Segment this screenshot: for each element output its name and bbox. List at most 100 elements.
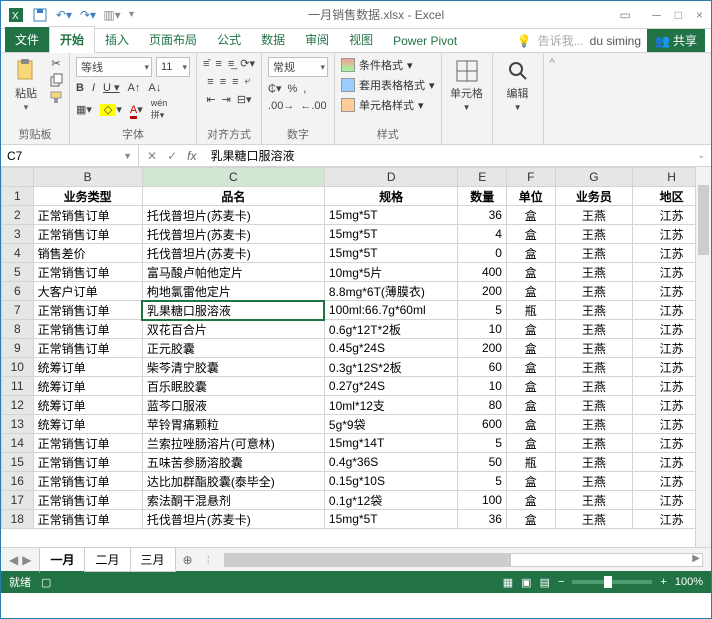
sheet-nav-next-icon[interactable]: ▶: [22, 553, 31, 567]
comma-icon[interactable]: ,: [303, 83, 306, 95]
column-header[interactable]: [2, 168, 34, 187]
cell[interactable]: 正常销售订单: [33, 225, 142, 244]
vertical-scrollbar[interactable]: [695, 167, 711, 547]
column-header[interactable]: D: [324, 168, 458, 187]
border-button[interactable]: ▦▾: [76, 103, 92, 116]
column-header[interactable]: E: [458, 168, 507, 187]
undo-icon[interactable]: ↶▾: [57, 8, 71, 22]
header-cell[interactable]: 数量: [458, 187, 507, 206]
cell[interactable]: 400: [458, 263, 507, 282]
cell[interactable]: 兰索拉唑肠溶片(可意林): [142, 434, 324, 453]
align-left-icon[interactable]: ≡: [207, 76, 213, 88]
font-size-combo[interactable]: 11: [156, 57, 190, 77]
cell[interactable]: 盒: [506, 472, 555, 491]
cell[interactable]: 索法酮干混悬剂: [142, 491, 324, 510]
cell[interactable]: 王燕: [555, 434, 633, 453]
tell-me-icon[interactable]: 💡: [517, 34, 532, 48]
row-header[interactable]: 13: [2, 415, 34, 434]
row-header[interactable]: 6: [2, 282, 34, 301]
cell[interactable]: 百乐眠胶囊: [142, 377, 324, 396]
orientation-icon[interactable]: ⟳▾: [240, 57, 255, 70]
cell[interactable]: 王燕: [555, 244, 633, 263]
cell[interactable]: 统筹订单: [33, 396, 142, 415]
cell[interactable]: 王燕: [555, 377, 633, 396]
cell[interactable]: 双花百合片: [142, 320, 324, 339]
copy-icon[interactable]: [49, 73, 63, 87]
cell[interactable]: 60: [458, 358, 507, 377]
cell[interactable]: 0.4g*36S: [324, 453, 458, 472]
header-cell[interactable]: 品名: [142, 187, 324, 206]
row-header[interactable]: 11: [2, 377, 34, 396]
cell[interactable]: 盒: [506, 377, 555, 396]
align-center-icon[interactable]: ≡: [220, 76, 226, 88]
percent-icon[interactable]: %: [287, 83, 297, 95]
user-name[interactable]: du siming: [590, 34, 641, 48]
currency-icon[interactable]: ₵▾: [268, 82, 281, 95]
cell[interactable]: 王燕: [555, 510, 633, 529]
format-painter-icon[interactable]: [49, 90, 63, 104]
cell[interactable]: 盒: [506, 396, 555, 415]
close-icon[interactable]: ×: [696, 8, 703, 22]
save-icon[interactable]: [33, 8, 47, 22]
cell[interactable]: 盒: [506, 320, 555, 339]
cell[interactable]: 托伐普坦片(苏麦卡): [142, 510, 324, 529]
cell[interactable]: 600: [458, 415, 507, 434]
tab-home[interactable]: 开始: [49, 26, 95, 53]
cell[interactable]: 托伐普坦片(苏麦卡): [142, 206, 324, 225]
dec-decimal-icon[interactable]: ←.00: [300, 100, 326, 112]
phonetic-button[interactable]: wén拼▾: [151, 98, 168, 121]
fx-icon[interactable]: fx: [187, 149, 196, 163]
cell[interactable]: 8.8mg*6T(薄膜衣): [324, 282, 458, 301]
cell[interactable]: 15mg*5T: [324, 510, 458, 529]
cell[interactable]: 0.1g*12袋: [324, 491, 458, 510]
row-header[interactable]: 18: [2, 510, 34, 529]
enter-formula-icon[interactable]: ✓: [167, 149, 177, 163]
cell[interactable]: 正常销售订单: [33, 206, 142, 225]
row-header[interactable]: 17: [2, 491, 34, 510]
cell[interactable]: 5g*9袋: [324, 415, 458, 434]
cell[interactable]: 正常销售订单: [33, 510, 142, 529]
cell[interactable]: 王燕: [555, 396, 633, 415]
cell[interactable]: 大客户订单: [33, 282, 142, 301]
cell[interactable]: 正常销售订单: [33, 339, 142, 358]
cell[interactable]: 15mg*14T: [324, 434, 458, 453]
cell[interactable]: 15mg*5T: [324, 244, 458, 263]
cell[interactable]: 0.6g*12T*2板: [324, 320, 458, 339]
conditional-format-button[interactable]: 条件格式▾: [341, 57, 413, 73]
align-bottom-icon[interactable]: ≡̲: [228, 58, 234, 70]
tell-me-text[interactable]: 告诉我...: [538, 32, 584, 49]
cell[interactable]: 王燕: [555, 472, 633, 491]
cell[interactable]: 盒: [506, 415, 555, 434]
column-header[interactable]: B: [33, 168, 142, 187]
sheet-tab-2[interactable]: 二月: [84, 547, 130, 572]
inc-decimal-icon[interactable]: .00→: [268, 100, 294, 112]
zoom-in-icon[interactable]: +: [660, 576, 666, 588]
font-color-button[interactable]: A▾: [130, 103, 143, 116]
cell[interactable]: 乳果糖口服溶液: [142, 301, 324, 320]
grow-font-icon[interactable]: A↑: [128, 82, 141, 94]
wrap-text-icon[interactable]: ⤶: [245, 75, 251, 88]
cell[interactable]: 100: [458, 491, 507, 510]
tab-powerpivot[interactable]: Power Pivot: [383, 30, 467, 52]
cell[interactable]: 蓝芩口服液: [142, 396, 324, 415]
cell[interactable]: 10ml*12支: [324, 396, 458, 415]
cell[interactable]: 王燕: [555, 453, 633, 472]
cell[interactable]: 王燕: [555, 358, 633, 377]
cell[interactable]: 销售差价: [33, 244, 142, 263]
tab-file[interactable]: 文件: [5, 27, 49, 52]
cell[interactable]: 100ml:66.7g*60ml: [324, 301, 458, 320]
column-header[interactable]: G: [555, 168, 633, 187]
tab-layout[interactable]: 页面布局: [139, 27, 207, 52]
cell[interactable]: 王燕: [555, 206, 633, 225]
cell[interactable]: 10mg*5片: [324, 263, 458, 282]
ribbon-display-icon[interactable]: ▭: [618, 8, 632, 22]
cell[interactable]: 王燕: [555, 491, 633, 510]
column-header[interactable]: C: [142, 168, 324, 187]
name-box[interactable]: C7 ▼: [1, 145, 139, 166]
cell[interactable]: 盒: [506, 263, 555, 282]
row-header[interactable]: 4: [2, 244, 34, 263]
horizontal-scrollbar[interactable]: ◀▶: [224, 553, 703, 567]
header-cell[interactable]: 业务类型: [33, 187, 142, 206]
cell[interactable]: 正元胶囊: [142, 339, 324, 358]
spreadsheet-grid[interactable]: BCDEFGH1业务类型品名规格数量单位业务员地区2正常销售订单托伐普坦片(苏麦…: [1, 167, 711, 547]
